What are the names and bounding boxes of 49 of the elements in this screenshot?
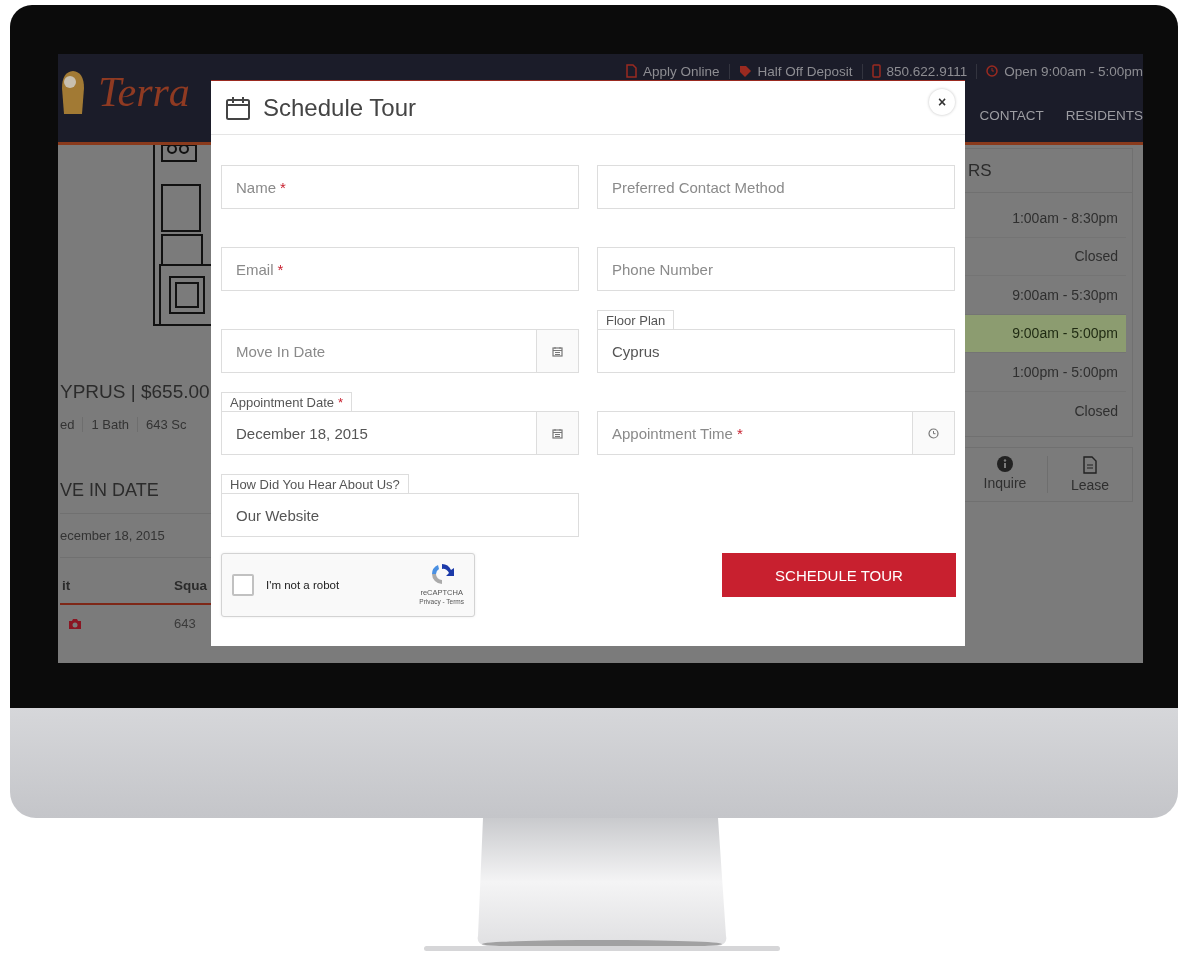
field-addon[interactable] (536, 330, 578, 372)
field-label: How Did You Hear About Us? (221, 474, 409, 493)
schedule-tour-button[interactable]: SCHEDULE TOUR (722, 553, 956, 597)
unit-title: YPRUS | $655.00 (60, 381, 210, 403)
action-button[interactable]: Lease (1047, 456, 1132, 493)
document-icon (626, 64, 637, 78)
phone-icon (871, 64, 881, 78)
input-field[interactable]: Preferred Contact Method (597, 165, 955, 209)
header-link[interactable]: Half Off Deposit (728, 63, 862, 79)
field-label: Appointment Date * (221, 392, 353, 411)
info-icon (997, 456, 1013, 472)
unit-spec: ed (60, 417, 76, 432)
captcha-label: I'm not a robot (266, 579, 340, 591)
input-field[interactable]: Cyprus (597, 329, 955, 373)
hours-row-text: Closed (1073, 401, 1119, 421)
field-addon[interactable] (912, 412, 954, 454)
input-field[interactable]: December 18, 2015 (221, 411, 579, 455)
camera-icon[interactable] (68, 617, 82, 630)
nav-link[interactable]: RESIDENTS (1065, 107, 1143, 123)
nav-link[interactable]: CONTACT (979, 107, 1044, 123)
action-button[interactable]: Inquire (963, 456, 1047, 493)
close-button[interactable]: × (929, 89, 955, 115)
clock-icon (928, 427, 939, 439)
logo-icon (60, 68, 86, 116)
calendar-icon (552, 427, 563, 439)
calendar-icon (552, 345, 563, 357)
column-header: it (61, 578, 72, 593)
column-header: Squa (174, 578, 207, 593)
input-field[interactable]: Email * (221, 247, 579, 291)
unit-spec: 643 Sc (137, 417, 195, 432)
unit-spec: 1 Bath (82, 417, 138, 432)
table-cell: 643 (174, 616, 196, 631)
field-label: Floor Plan (597, 310, 675, 329)
input-field[interactable]: Move In Date (221, 329, 579, 373)
header-link[interactable]: Open 9:00am - 5:00pm (976, 63, 1143, 79)
field-addon[interactable] (536, 412, 578, 454)
document-icon (1083, 456, 1097, 474)
input-field[interactable]: Name * (221, 165, 579, 209)
header-link[interactable]: 850.622.9111 (861, 63, 977, 79)
input-field[interactable]: Our Website (221, 493, 579, 537)
calendar-icon (225, 94, 251, 121)
input-field[interactable]: Appointment Time * (597, 411, 955, 455)
header-link[interactable]: Apply Online (617, 63, 729, 79)
input-field[interactable]: Phone Number (597, 247, 955, 291)
checkbox[interactable] (232, 574, 254, 596)
tag-icon (738, 64, 752, 78)
hours-row: 9:00am - 5:00pm (962, 314, 1126, 353)
clock-icon (986, 65, 999, 77)
dialog-title: Schedule Tour (263, 93, 416, 122)
